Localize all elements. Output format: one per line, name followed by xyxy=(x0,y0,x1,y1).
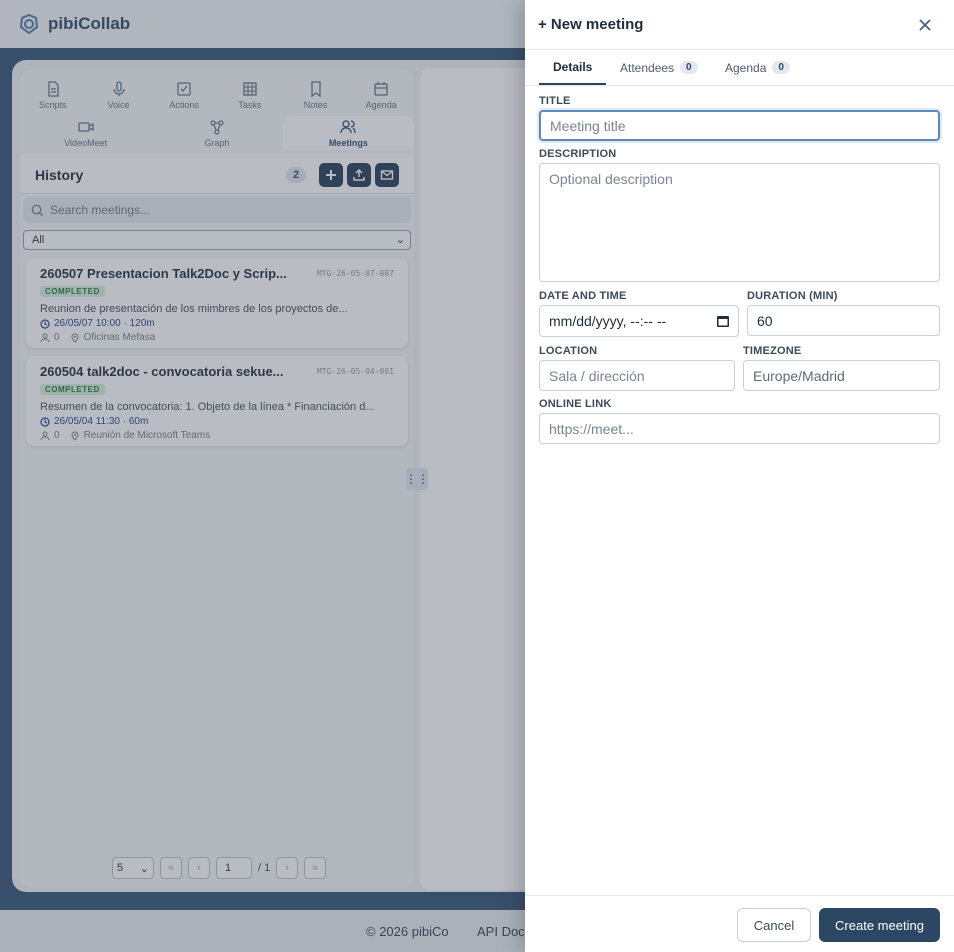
datetime-input[interactable]: mm/dd/yyyy, --:-- -- xyxy=(539,305,739,337)
online-link-label: ONLINE LINK xyxy=(539,398,612,410)
datetime-label: DATE AND TIME xyxy=(539,290,627,302)
description-textarea[interactable] xyxy=(539,163,940,282)
location-label: LOCATION xyxy=(539,345,598,357)
timezone-label: TIMEZONE xyxy=(743,345,802,357)
title-label: TITLE xyxy=(539,95,571,107)
tab-agenda[interactable]: Agenda 0 xyxy=(725,50,790,85)
timezone-input[interactable] xyxy=(743,360,940,391)
tab-label: Details xyxy=(553,59,593,74)
drawer-header: + New meeting xyxy=(525,0,954,50)
tab-attendees[interactable]: Attendees 0 xyxy=(620,50,698,85)
new-meeting-drawer: + New meeting Details Attendees 0 Agenda… xyxy=(525,0,954,952)
tab-label: Agenda xyxy=(725,60,767,75)
calendar-icon[interactable] xyxy=(716,314,730,328)
drawer-title: + New meeting xyxy=(538,16,644,33)
description-label: DESCRIPTION xyxy=(539,148,617,160)
title-input[interactable] xyxy=(539,110,940,141)
tab-count-badge: 0 xyxy=(680,61,698,74)
create-meeting-button[interactable]: Create meeting xyxy=(819,908,940,942)
datetime-value: mm/dd/yyyy, --:-- -- xyxy=(549,313,667,329)
tab-label: Attendees xyxy=(620,60,675,75)
tab-details[interactable]: Details xyxy=(539,50,607,85)
tab-count-badge: 0 xyxy=(772,61,790,74)
drawer-footer: Cancel Create meeting xyxy=(525,895,954,952)
close-icon[interactable] xyxy=(915,15,935,35)
duration-input[interactable] xyxy=(747,305,940,336)
online-link-input[interactable] xyxy=(539,413,940,444)
location-input[interactable] xyxy=(539,360,735,391)
drawer-tabs: Details Attendees 0 Agenda 0 xyxy=(525,50,954,86)
cancel-button[interactable]: Cancel xyxy=(737,908,811,942)
duration-label: DURATION (MIN) xyxy=(747,290,838,302)
